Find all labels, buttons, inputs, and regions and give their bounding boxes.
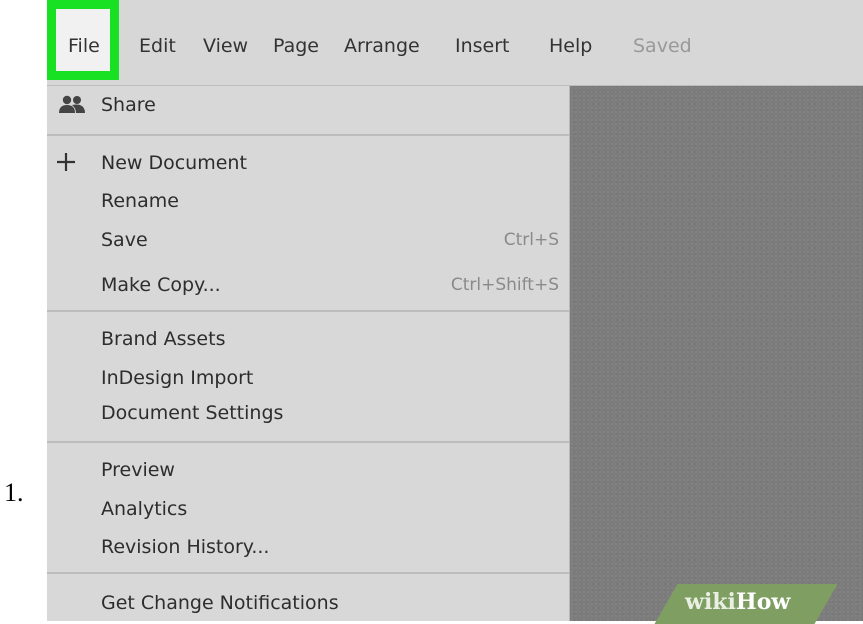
menu-item-save-label: Save (101, 229, 148, 251)
menu-page[interactable]: Page (273, 30, 319, 62)
save-status: Saved (633, 35, 692, 57)
menubar: File Edit View Page Arrange Insert Help … (47, 0, 863, 86)
users-icon (59, 95, 85, 113)
menu-item-new-document-label: New Document (101, 152, 247, 174)
menu-item-make-copy[interactable]: Make Copy... Ctrl+Shift+S (47, 268, 569, 302)
menu-item-make-copy-shortcut: Ctrl+Shift+S (450, 275, 559, 295)
app-window: File Edit View Page Arrange Insert Help … (47, 0, 863, 621)
menu-help[interactable]: Help (549, 30, 592, 62)
menu-file-label: File (68, 35, 100, 57)
menu-file[interactable]: File (47, 0, 119, 80)
menu-item-analytics-label: Analytics (101, 498, 188, 520)
menu-divider (47, 572, 569, 574)
watermark-logo: wikiHow (685, 589, 790, 615)
menu-item-preview[interactable]: Preview (47, 453, 569, 487)
menu-item-save-shortcut: Ctrl+S (503, 230, 559, 250)
menu-item-save[interactable]: Save Ctrl+S (47, 223, 569, 257)
watermark-wiki: wiki (685, 589, 736, 615)
menu-item-preview-label: Preview (101, 459, 175, 481)
plus-icon (57, 153, 75, 171)
menu-item-make-copy-label: Make Copy... (101, 274, 221, 296)
menu-view[interactable]: View (203, 30, 248, 62)
step-number: 1. (4, 478, 24, 507)
menu-item-revision-history[interactable]: Revision History... (47, 530, 569, 564)
document-canvas[interactable] (570, 86, 863, 621)
menu-item-document-settings-label: Document Settings (101, 402, 284, 424)
menu-edit[interactable]: Edit (139, 30, 176, 62)
menu-item-rename[interactable]: Rename (47, 184, 569, 218)
menu-insert[interactable]: Insert (455, 30, 510, 62)
menu-item-brand-assets-label: Brand Assets (101, 328, 226, 350)
menu-item-rename-label: Rename (101, 190, 179, 212)
menu-item-revision-history-label: Revision History... (101, 536, 270, 558)
menu-item-document-settings[interactable]: Document Settings (47, 396, 569, 430)
menu-arrange[interactable]: Arrange (344, 30, 420, 62)
watermark-how: How (735, 589, 791, 615)
menu-item-get-change-notifications-label: Get Change Notifications (101, 592, 339, 614)
menu-item-share-label: Share (101, 94, 156, 116)
menu-item-indesign-import[interactable]: InDesign Import (47, 361, 569, 395)
menu-item-indesign-import-label: InDesign Import (101, 367, 254, 389)
menu-item-brand-assets[interactable]: Brand Assets (47, 322, 569, 356)
menu-item-new-document[interactable]: New Document (47, 146, 569, 180)
menu-item-share[interactable]: Share (47, 88, 569, 122)
menu-item-get-change-notifications[interactable]: Get Change Notifications (47, 586, 569, 620)
menu-divider (47, 441, 569, 443)
file-menu-dropdown: Share New Document Rename Save Ctrl+S Ma… (47, 86, 570, 621)
menu-divider (47, 310, 569, 312)
menu-item-analytics[interactable]: Analytics (47, 492, 569, 526)
menu-divider (47, 134, 569, 136)
